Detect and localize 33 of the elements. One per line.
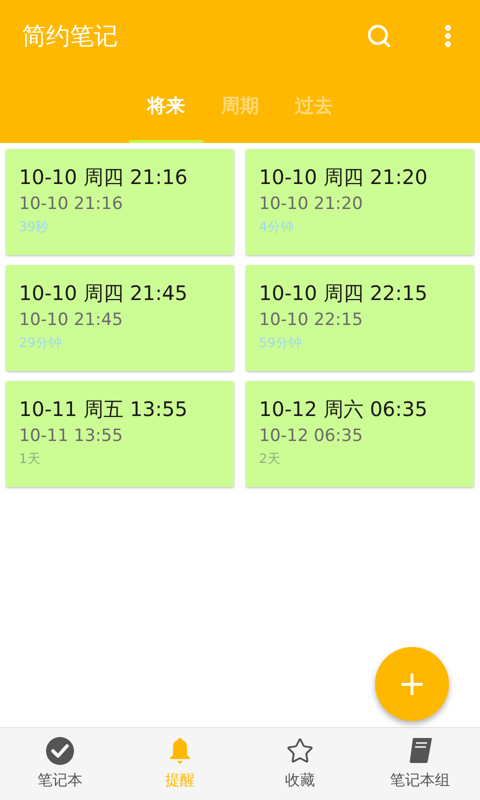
reminder-title: 10-12 周六 06:35: [259, 396, 428, 422]
reminder-card[interactable]: 10-10 周四 21:45 10-10 21:45 29分钟: [6, 265, 234, 371]
app-title: 简约笔记: [22, 21, 119, 52]
countdown-label: 39秒: [19, 219, 49, 237]
bell-icon: [168, 736, 192, 765]
check-circle-icon: [46, 736, 74, 765]
reminder-time: 10-10 21:20: [259, 193, 363, 215]
countdown-label: 2天: [259, 451, 280, 469]
reminder-title: 10-11 周五 13:55: [19, 396, 188, 422]
nav-item[interactable]: 笔记本组: [360, 728, 480, 800]
reminder-card[interactable]: 10-10 周四 21:20 10-10 21:20 4分钟: [246, 149, 474, 255]
search-icon[interactable]: [366, 23, 392, 49]
countdown-label: 1天: [19, 451, 40, 469]
reminder-title: 10-10 周四 21:20: [259, 164, 428, 190]
nav-item[interactable]: 笔记本: [0, 728, 120, 800]
book-icon: [407, 736, 433, 765]
countdown-label: 59分钟: [259, 335, 302, 353]
reminder-time: 10-10 21:45: [19, 309, 123, 331]
reminder-card[interactable]: 10-12 周六 06:35 10-12 06:35 2天: [246, 381, 474, 487]
nav-item[interactable]: 收藏: [240, 728, 360, 800]
reminder-time: 10-10 22:15: [259, 309, 363, 331]
reminder-title: 10-10 周四 21:16: [19, 164, 188, 190]
reminder-card[interactable]: 10-10 周四 21:16 10-10 21:16 39秒: [6, 149, 234, 255]
reminder-time: 10-12 06:35: [259, 425, 363, 447]
reminder-card[interactable]: 10-10 周四 22:15 10-10 22:15 59分钟: [246, 265, 474, 371]
reminder-title: 10-10 周四 21:45: [19, 280, 188, 306]
reminder-time: 10-10 21:16: [19, 193, 123, 215]
countdown-label: 29分钟: [19, 335, 62, 353]
countdown-label: 4分钟: [259, 219, 294, 237]
reminder-card[interactable]: 10-11 周五 13:55 10-11 13:55 1天: [6, 381, 234, 487]
star-icon: [286, 736, 314, 765]
reminder-title: 10-10 周四 22:15: [259, 280, 428, 306]
reminder-time: 10-11 13:55: [19, 425, 123, 447]
